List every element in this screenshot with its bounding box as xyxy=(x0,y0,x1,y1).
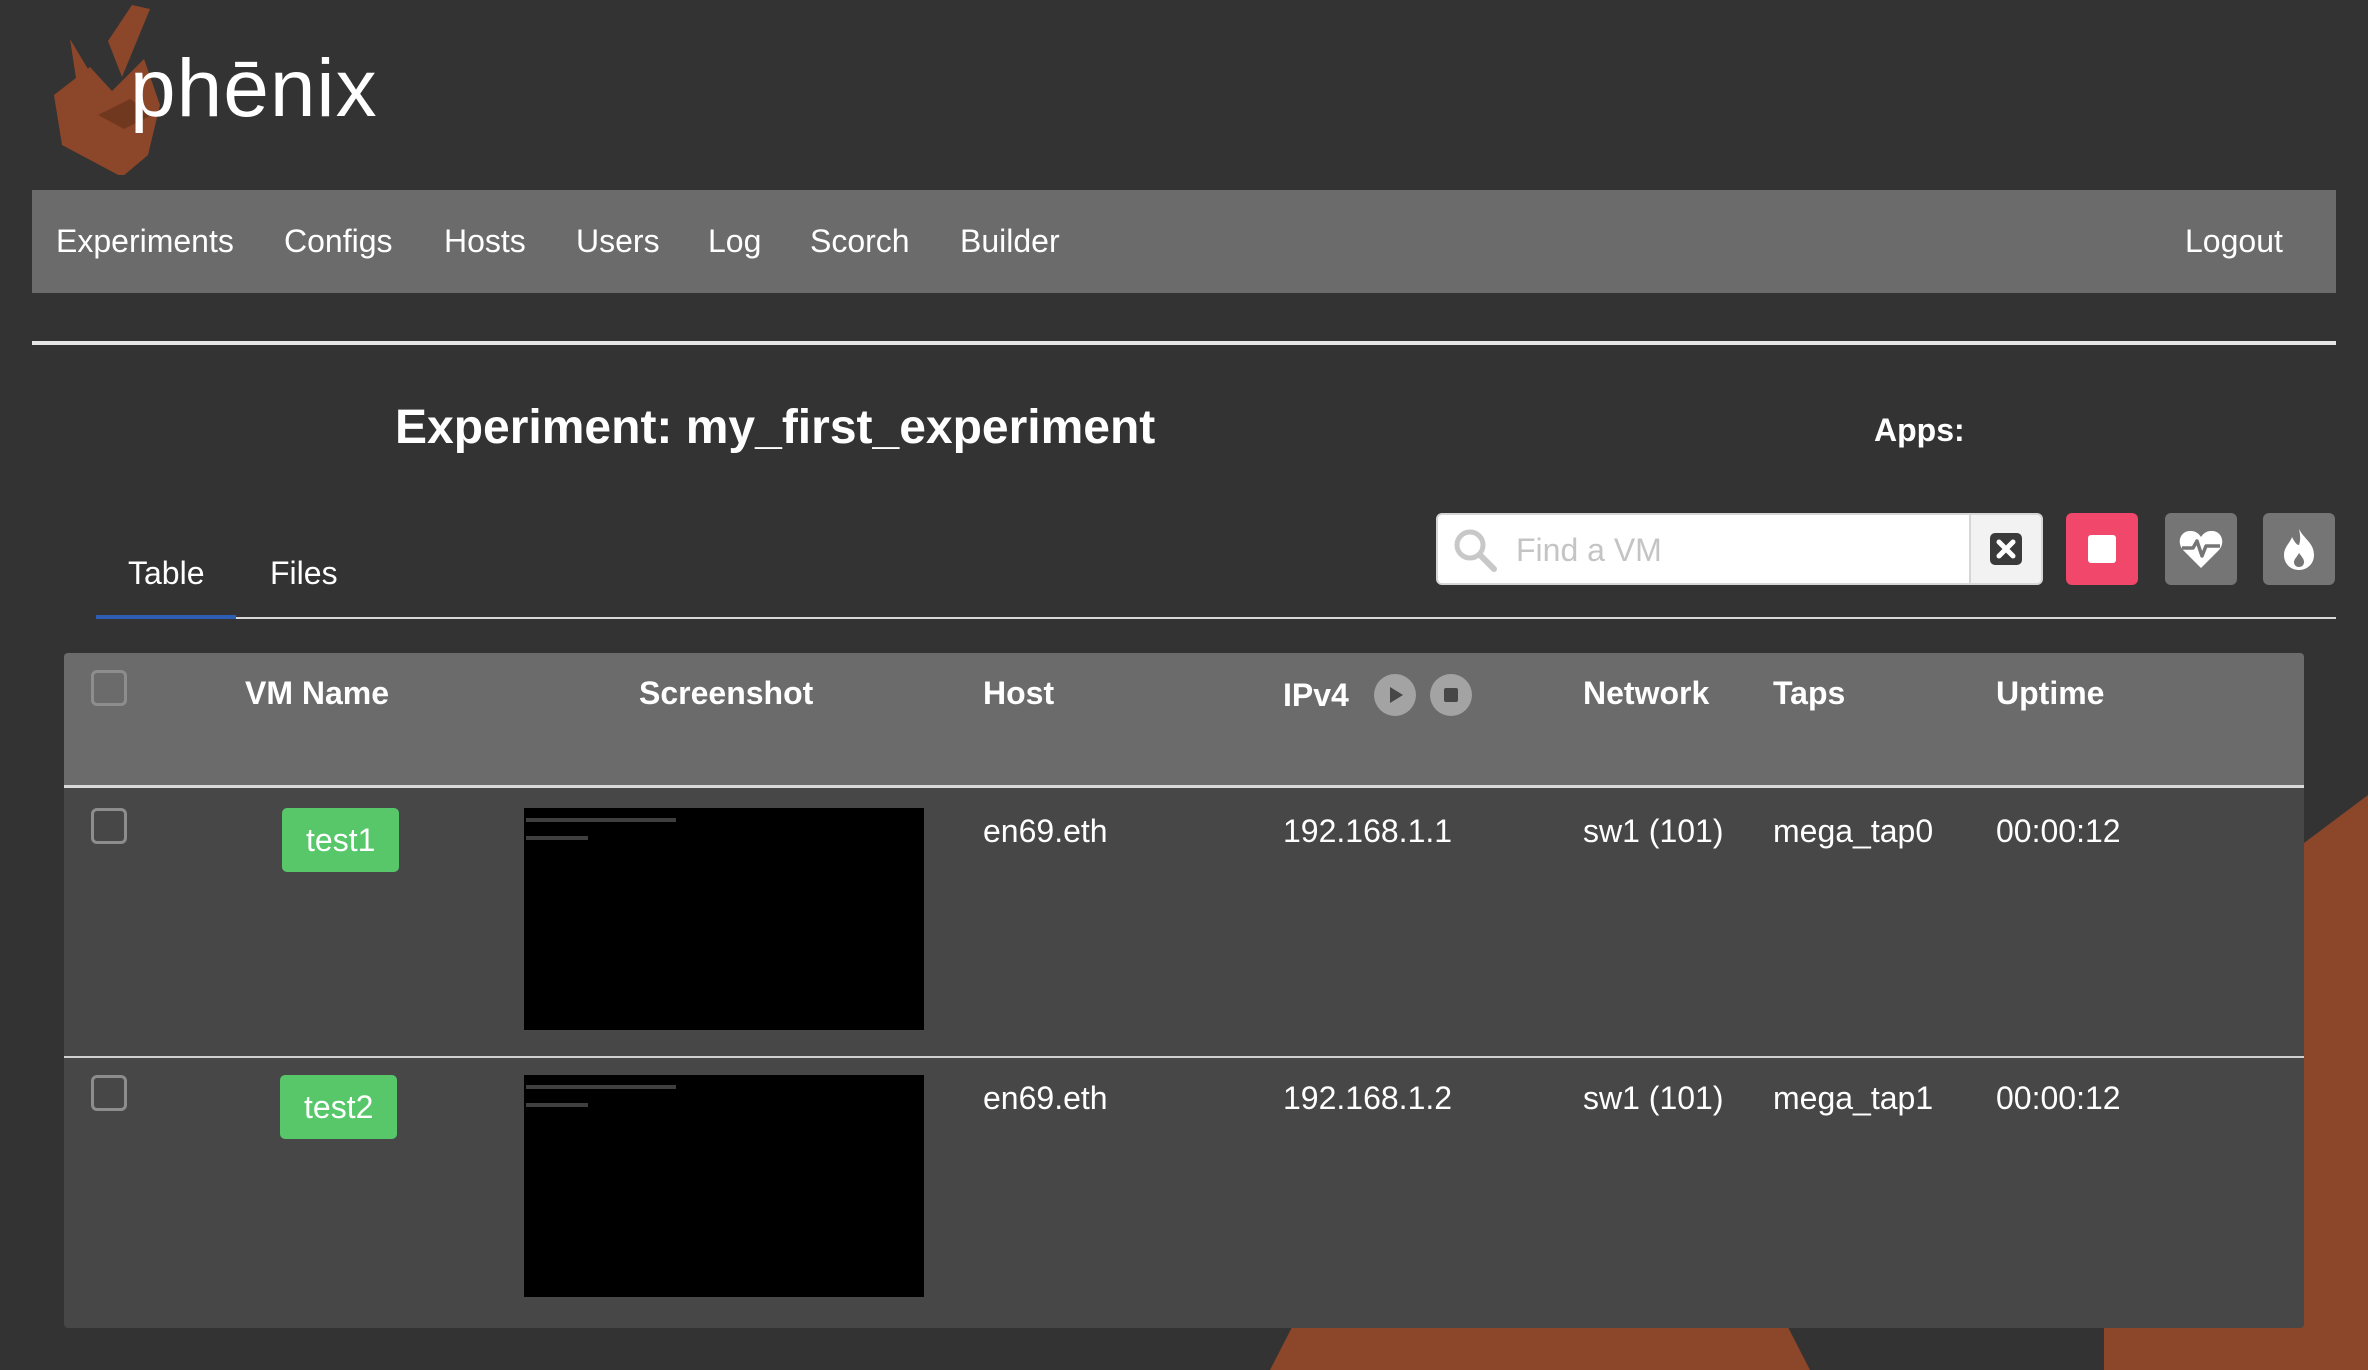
header-screenshot: Screenshot xyxy=(639,675,814,711)
search-icon xyxy=(1454,529,1497,572)
fire-button[interactable] xyxy=(2263,513,2335,585)
tab-table[interactable]: Table xyxy=(128,555,205,592)
tab-files[interactable]: Files xyxy=(270,555,338,592)
clear-search-button[interactable] xyxy=(1971,513,2043,585)
uptime-cell: 00:00:12 xyxy=(1996,1080,2121,1116)
fire-icon xyxy=(2284,529,2314,570)
header-uptime[interactable]: Uptime xyxy=(1996,675,2104,712)
header-network[interactable]: Network xyxy=(1583,675,1709,712)
nav-item-configs[interactable]: Configs xyxy=(284,190,393,293)
vm-table: VM Name Screenshot Host IPv4 Network Tap… xyxy=(64,653,2304,1328)
header-vm-name[interactable]: VM Name xyxy=(245,675,389,712)
stop-icon xyxy=(1444,688,1458,702)
nav-item-experiments[interactable]: Experiments xyxy=(56,190,234,293)
search-box xyxy=(1436,513,1971,585)
host-cell: en69.eth xyxy=(983,1080,1108,1116)
header-taps[interactable]: Taps xyxy=(1773,675,1845,712)
vm-name-button[interactable]: test1 xyxy=(282,808,400,872)
start-capture-button[interactable] xyxy=(1374,674,1416,716)
ipv4-cell: 192.168.1.1 xyxy=(1283,813,1453,849)
nav-item-scorch[interactable]: Scorch xyxy=(810,190,910,293)
console-text xyxy=(526,1103,588,1107)
vm-screenshot[interactable] xyxy=(524,808,924,1030)
play-icon xyxy=(1390,687,1403,703)
brand-name: phēnix xyxy=(130,43,378,134)
vm-health-button[interactable] xyxy=(2165,513,2237,585)
row-checkbox[interactable] xyxy=(91,808,127,844)
divider xyxy=(32,341,2336,345)
console-text xyxy=(526,1085,676,1089)
tabs-underline xyxy=(96,617,2336,619)
nav-item-users[interactable]: Users xyxy=(576,190,660,293)
uptime-cell: 00:00:12 xyxy=(1996,813,2121,849)
apps-label: Apps: xyxy=(1874,412,1965,448)
host-cell: en69.eth xyxy=(983,813,1108,849)
network-cell: sw1 (101) xyxy=(1583,1080,1724,1116)
close-icon xyxy=(1990,533,2022,565)
heartbeat-icon xyxy=(2179,530,2223,568)
taps-cell: mega_tap0 xyxy=(1773,813,1934,849)
nav-item-hosts[interactable]: Hosts xyxy=(444,190,526,293)
search-input[interactable] xyxy=(1514,515,1958,585)
nav-item-log[interactable]: Log xyxy=(708,190,761,293)
active-tab-indicator xyxy=(96,615,236,619)
vm-screenshot[interactable] xyxy=(524,1075,924,1297)
taps-cell: mega_tap1 xyxy=(1773,1080,1934,1116)
ipv4-cell: 192.168.1.2 xyxy=(1283,1080,1453,1116)
navbar: Experiments Configs Hosts Users Log Scor… xyxy=(32,190,2336,293)
stop-capture-button[interactable] xyxy=(1430,674,1472,716)
stop-experiment-button[interactable] xyxy=(2066,513,2138,585)
background-shape xyxy=(2104,1328,2368,1370)
table-header: VM Name Screenshot Host IPv4 Network Tap… xyxy=(64,653,2304,788)
nav-item-builder[interactable]: Builder xyxy=(960,190,1060,293)
select-all-checkbox[interactable] xyxy=(91,670,127,706)
row-checkbox[interactable] xyxy=(91,1075,127,1111)
page-title: Experiment: my_first_experiment xyxy=(395,401,1156,454)
console-text xyxy=(526,818,676,822)
background-shape xyxy=(1270,1328,1810,1370)
stop-icon xyxy=(2088,535,2116,563)
console-text xyxy=(526,836,588,840)
header-host[interactable]: Host xyxy=(983,675,1054,712)
network-cell: sw1 (101) xyxy=(1583,813,1724,849)
table-row: test1 en69.eth 192.168.1.1 sw1 (101) meg… xyxy=(64,788,2304,1056)
table-row: test2 en69.eth 192.168.1.2 sw1 (101) meg… xyxy=(64,1056,2304,1324)
vm-name-button[interactable]: test2 xyxy=(280,1075,398,1139)
header-ipv4[interactable]: IPv4 xyxy=(1283,677,1349,714)
logout-link[interactable]: Logout xyxy=(2185,190,2283,293)
